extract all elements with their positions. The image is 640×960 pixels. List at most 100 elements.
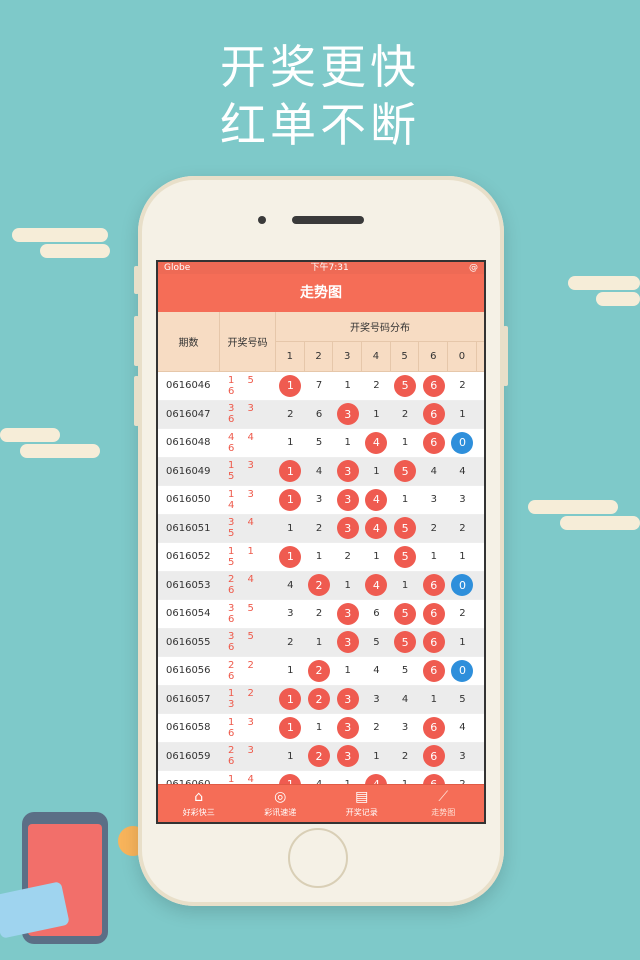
table-row[interactable]: 0616059 2 3 61231263 [158,742,484,771]
phone-side-button [134,316,139,366]
distribution-cell: 1 [287,522,294,534]
distribution-cell: 4 [287,579,294,591]
red-ball: 3 [336,716,359,739]
distribution-cell: 1 [430,551,437,563]
blue-ball: 0 [451,659,474,682]
winning-numbers-cell: 1 3 6 [228,716,259,739]
period-cell: 0616049 [166,465,211,477]
distribution-cell: 7 [315,380,323,392]
table-row[interactable]: 0616056 2 2 6 1 2 1 4 5 60 [158,657,484,686]
phone-side-button [134,266,139,294]
winning-numbers-cell: 2 3 6 [228,745,259,768]
red-ball: 1 [279,460,302,483]
status-right: @ [468,263,478,273]
distribution-cell: 4 [401,693,409,705]
status-bar: Globe 下午7:31 @ [158,262,484,274]
distribution-cell: 6 [419,657,448,685]
period-cell: 0616051 [166,522,211,534]
distribution-cell: 1 [373,551,380,563]
distribution-cell: 3 [315,494,323,506]
red-ball: 6 [422,431,445,454]
winning-numbers-cell: 1 2 3 [228,688,259,711]
table-row[interactable]: 0616046 1 5 6 1 7 1 2 56 2 [158,372,484,401]
table-row[interactable]: 0616052 1 1 5 1 1 2 1 5 1 1 [158,543,484,572]
distribution-cell: 3 [333,401,362,429]
period-cell: 0616052 [166,551,211,563]
table-row[interactable]: 0616054 3 5 63236562 [158,600,484,629]
red-ball: 4 [365,488,388,511]
table-row[interactable]: 0616051 3 4 5 1 2 345 2 2 [158,514,484,543]
winning-numbers-cell: 3 3 6 [228,403,259,426]
column-header-digit: 2 [305,342,334,371]
tab-0[interactable]: ⌂ 好彩快三 [158,785,240,822]
winning-numbers-cell: 2 2 6 [228,659,259,682]
distribution-cell: 2 [430,522,437,534]
distribution-cell: 2 [315,608,323,620]
red-ball: 1 [279,688,302,711]
winning-numbers-cell: 1 3 4 [228,488,259,511]
cloud-decoration [568,276,640,290]
distribution-cell: 1 [287,750,294,762]
red-ball: 2 [308,574,331,597]
distribution-cell: 1 [276,372,305,400]
distribution-cell: 1 [344,665,351,677]
table-row[interactable]: 0616049 1 3 5 1 4 3 1 5 4 4 [158,457,484,486]
app-screen: Globe 下午7:31 @ 走势图 期数 开奖号码 开奖号码分布 123456… [156,260,486,824]
distribution-cell: 6 [419,714,448,742]
red-ball: 3 [336,488,359,511]
distribution-cell: 4 [362,515,391,543]
distribution-cell: 1 [344,380,351,392]
distribution-cell: 6 [373,608,380,620]
distribution-cell: 5 [315,437,323,449]
tab-3[interactable]: ⟋ 走势图 [403,785,485,822]
red-ball: 3 [336,631,359,654]
table-row[interactable]: 0616050 1 3 41334133 [158,486,484,515]
distribution-cell: 4 [362,429,391,457]
tab-icon: ⌂ [194,789,204,805]
distribution-cell: 1 [373,465,380,477]
red-ball: 3 [336,745,359,768]
headline-line-2: 红单不断 [220,98,420,152]
table-row[interactable]: 0616058 1 3 6 1 1 3 2 3 6 4 [158,714,484,743]
red-ball: 1 [279,488,302,511]
distribution-cell: 6 [419,429,448,457]
column-header-digit: 0 [448,342,477,371]
distribution-cell: 1 [430,693,437,705]
distribution-cell: 1 [287,437,294,449]
tab-label: 好彩快三 [182,808,215,817]
table-row[interactable]: 0616047 3 3 6 2 6 3 1 2 6 1 [158,400,484,429]
distribution-cell: 1 [276,458,305,486]
period-cell: 0616054 [166,608,211,620]
table-row[interactable]: 0616057 1 2 31233415 [158,685,484,714]
red-ball: 2 [308,659,331,682]
distribution-cell: 1 [459,551,466,563]
distribution-cell: 0 [448,572,477,600]
tab-2[interactable]: ▤ 开奖记录 [321,785,403,822]
tab-1[interactable]: ◎ 彩讯速递 [240,785,322,822]
distribution-cell: 4 [459,722,466,734]
distribution-cell: 3 [401,722,409,734]
carrier-label: Globe [164,263,191,273]
home-button[interactable] [288,828,348,888]
trend-table-body[interactable]: 0616046 1 5 6 1 7 1 2 5 6 2 0616047 3 3 6 2 6 3 1 2 6 1 06… [158,372,484,800]
distribution-cell: 2 [315,522,323,534]
distribution-cell: 6 [419,743,448,771]
distribution-columns: 1234560 [276,342,484,371]
distribution-cell: 3 [287,608,294,620]
table-header: 期数 开奖号码 开奖号码分布 1234560 [158,312,484,372]
distribution-cell: 1 [373,408,380,420]
table-row[interactable]: 0616055 3 5 62135561 [158,628,484,657]
distribution-cell: 1 [401,579,409,591]
distribution-cell: 2 [459,608,466,620]
table-row[interactable]: 0616053 2 4 6 4 2 1 4 1 60 [158,571,484,600]
table-row[interactable]: 0616048 4 4 6 1 5 1 4 1 60 [158,429,484,458]
distribution-cell: 6 [419,629,448,657]
tab-icon: ⟋ [438,789,449,805]
column-header-digit: 1 [276,342,305,371]
distribution-cell: 2 [305,657,334,685]
blue-ball: 0 [451,574,474,597]
blue-ball: 0 [451,431,474,454]
distribution-cell: 2 [287,636,294,648]
distribution-cell: 1 [401,437,409,449]
red-ball: 5 [394,517,417,540]
